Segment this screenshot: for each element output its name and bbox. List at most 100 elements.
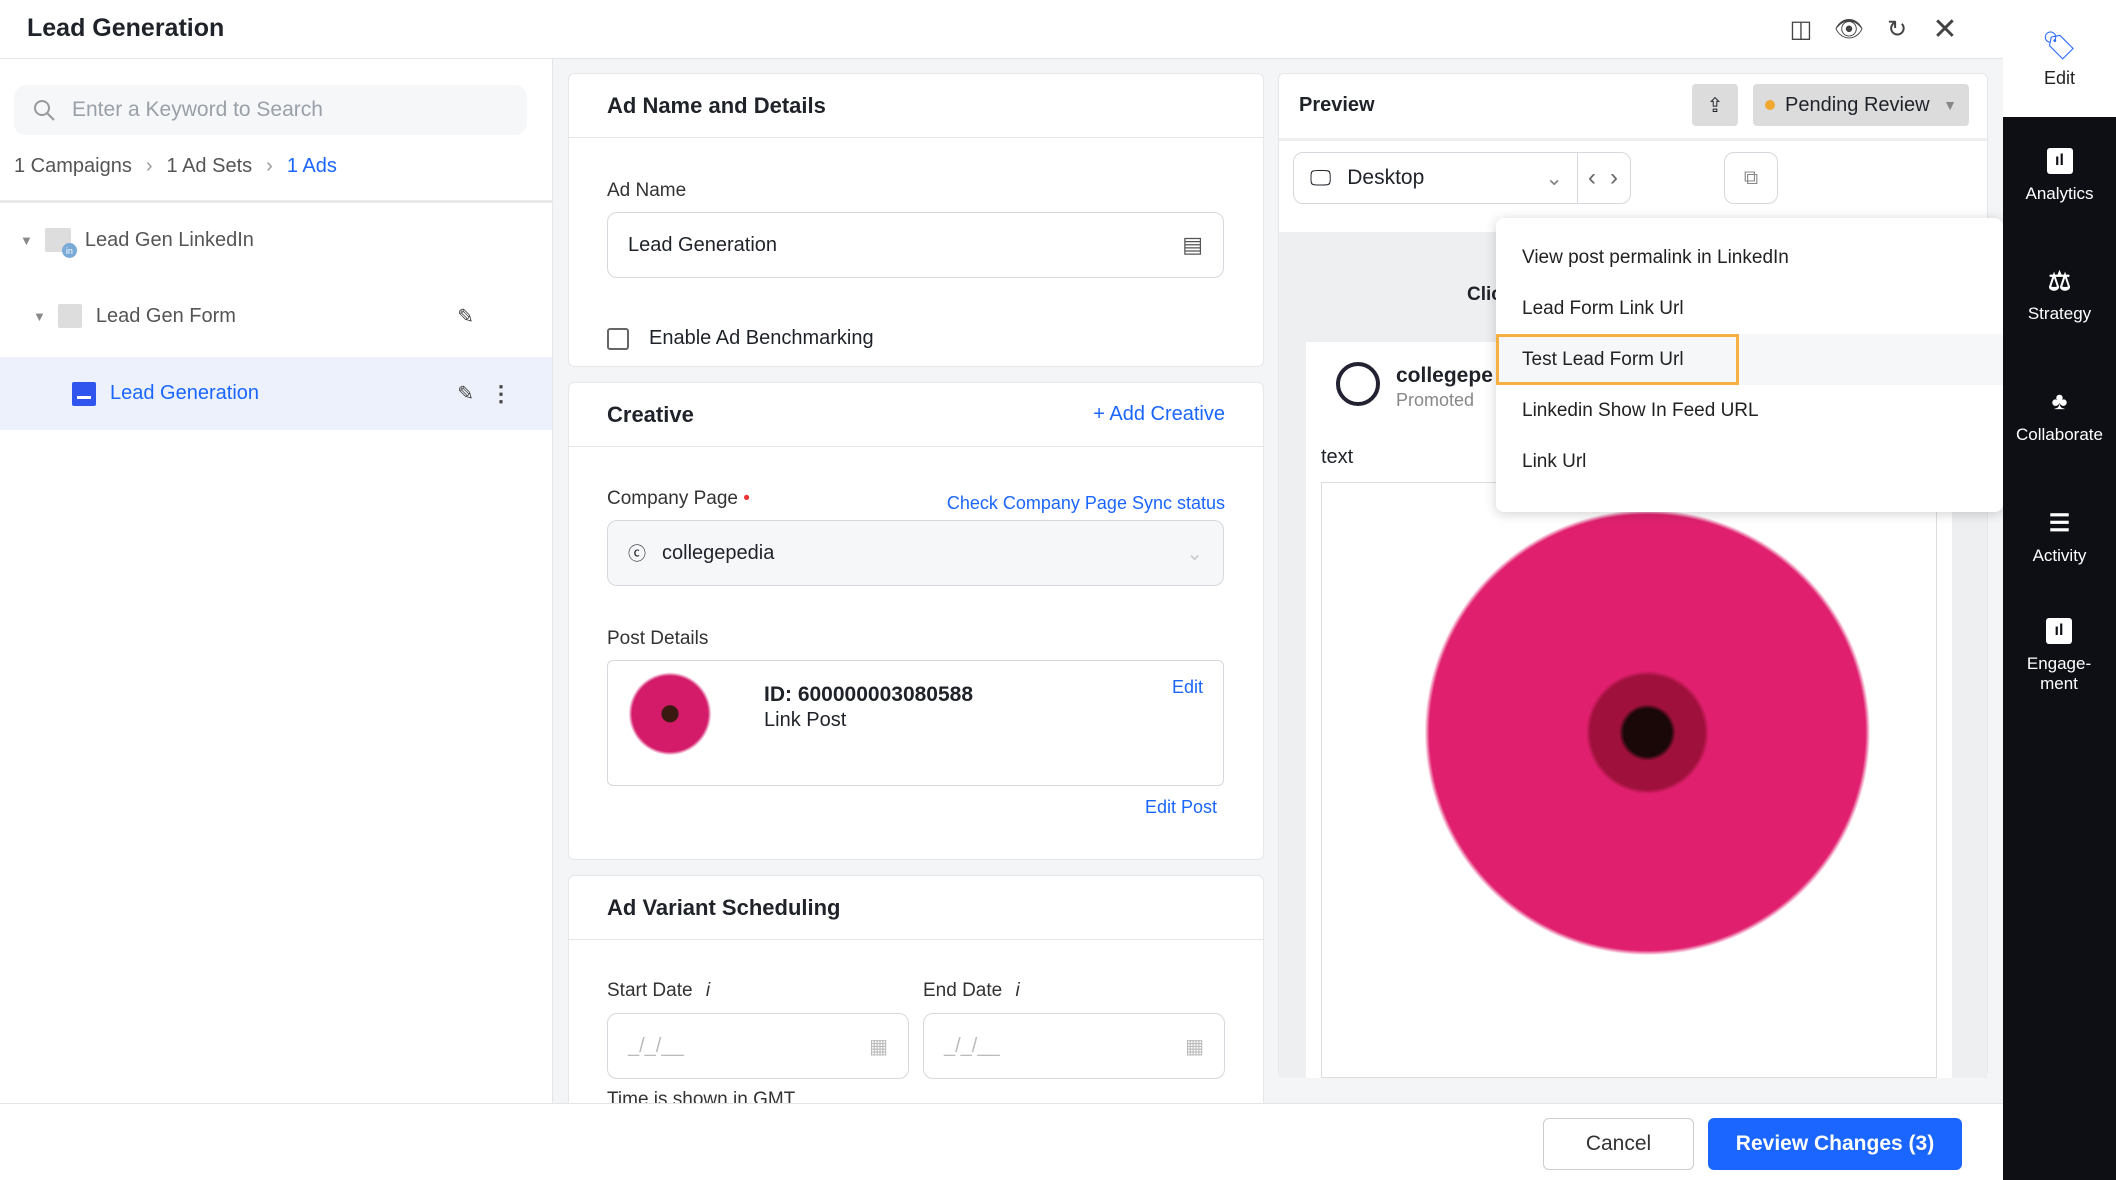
post-details-box: ID: 600000003080588 Link Post Edit [607,660,1224,786]
ad-name-value: Lead Generation [628,233,778,256]
timeline-icon: ☰ [2048,509,2071,537]
rightbar-edit[interactable]: 🏷 Edit [2003,0,2116,117]
card-title: Creative [607,401,694,427]
tree-item-campaign[interactable]: ▼ in Lead Gen LinkedIn [0,204,552,276]
start-date-label: Start Date i [607,980,711,1001]
people-icon: ♣ [2051,388,2068,415]
sync-status-link[interactable]: Check Company Page Sync status [947,493,1225,514]
tree-label: Lead Generation [110,382,260,404]
ad-name-input[interactable]: Lead Generation ▤ [607,212,1224,278]
cancel-button[interactable]: Cancel [1543,1118,1694,1170]
more-options-icon[interactable]: ⋮ [490,381,512,407]
menu-item-link-url[interactable]: Link Url [1496,436,2003,487]
search-icon [34,100,55,121]
card-title: Ad Name and Details [607,92,826,118]
search-placeholder: Enter a Keyword to Search [72,98,323,121]
chevron-right-icon: › [145,155,153,177]
contact-card-icon[interactable]: ▤ [1182,232,1203,258]
chevron-right-icon: › [266,155,273,177]
ad-name-label: Ad Name [607,180,687,201]
divider [0,200,553,203]
panel-icon[interactable]: ◫ [1786,14,1816,44]
bar-chart-icon: ıl [2046,148,2073,174]
add-creative-button[interactable]: + Add Creative [1093,403,1225,426]
company-page-value: collegepedia [662,541,775,564]
engagement-icon: ıl [2046,618,2072,644]
calendar-icon: ▦ [869,1035,888,1058]
device-value: Desktop [1347,166,1425,189]
tree-label: Lead Gen LinkedIn [84,228,254,251]
page-name: collegepe [1396,364,1493,387]
folder-linkedin-icon: in [44,228,77,258]
preview-title: Preview [1299,94,1375,116]
status-dot [1765,100,1775,110]
device-select[interactable]: 🖵 Desktop ⌄ ‹ › [1293,152,1631,204]
tree-item-adset[interactable]: ▼ Lead Gen Form ✎ [0,280,552,352]
chevron-down-icon: ⌄ [1186,542,1203,565]
benchmark-checkbox[interactable] [607,327,629,350]
promoted-label: Promoted [1396,390,1475,410]
start-date-input[interactable]: _/_/__ ▦ [607,1013,909,1079]
menu-item-permalink[interactable]: View post permalink in LinkedIn [1496,232,2003,283]
open-external-button[interactable]: ⧉ [1724,152,1778,204]
share-upload-button[interactable]: ⇪ [1692,84,1738,126]
company-page-select[interactable]: ⓒ collegepedia ⌄ [607,520,1224,586]
company-logo-icon: ⓒ [628,544,646,564]
post-text: text [1321,446,1354,468]
rightbar-activity[interactable]: ☰ Activity [2003,510,2116,566]
creative-card: Creative + Add Creative Company Page • Ch… [568,382,1264,860]
tree-item-ad[interactable]: Lead Generation ✎ ⋮ [0,357,552,430]
breadcrumb: 1 Campaigns › 1 Ad Sets › 1 Ads [14,155,337,178]
edit-post-link[interactable]: Edit Post [1145,797,1217,818]
info-icon: i [705,980,711,1001]
status-dropdown[interactable]: Pending Review ▼ [1753,84,1969,126]
post-id: ID: 600000003080588 [764,683,974,706]
link-options-menu: View post permalink in LinkedIn Lead For… [1496,218,2003,512]
calendar-icon: ▦ [1185,1035,1204,1058]
scheduling-card: Ad Variant Scheduling Start Date i End D… [568,875,1264,1115]
right-sidebar: 🏷 Edit ıl Analytics ⚖ Strategy ♣ Collaborat… [2003,0,2116,1180]
company-logo-icon [1336,362,1380,406]
tree-label: Lead Gen Form [95,304,236,327]
ad-details-card: Ad Name and Details Ad Name Lead Generat… [568,73,1264,367]
post-type: Link Post [764,709,847,731]
menu-item-lead-form-link[interactable]: Lead Form Link Url [1496,283,2003,334]
scale-icon: ⚖ [2047,265,2072,296]
crumb-adsets[interactable]: 1 Ad Sets [167,155,253,178]
left-panel: Enter a Keyword to Search 1 Campaigns › 1… [0,59,553,1103]
search-input[interactable]: Enter a Keyword to Search [14,85,527,135]
close-icon[interactable]: ✕ [1930,13,1960,46]
post-image [1321,482,1937,1078]
edit-link[interactable]: Edit [1172,677,1203,698]
edit-pencil-icon[interactable]: ✎ [457,381,474,406]
crumb-ads[interactable]: 1 Ads [287,155,337,178]
rightbar-collaborate[interactable]: ♣ Collaborate [2003,388,2116,445]
chevron-down-icon: ⌄ [1545,166,1563,190]
caret-down-icon[interactable]: ▼ [20,233,33,248]
status-label: Pending Review [1785,93,1930,116]
edit-pencil-icon[interactable]: ✎ [457,304,474,329]
benchmark-label: Enable Ad Benchmarking [649,327,874,349]
menu-item-test-lead-form[interactable]: Test Lead Form Url [1496,334,2003,385]
end-date-input[interactable]: _/_/__ ▦ [923,1013,1225,1079]
company-page-label: Company Page • [607,488,750,509]
form-icon [57,304,82,328]
refresh-icon[interactable]: ↻ [1882,14,1912,44]
rightbar-engagement[interactable]: ıl Engage-ment [2019,618,2099,694]
next-arrow-icon[interactable]: › [1606,164,1630,192]
tag-icon: 🏷 [2041,29,2078,61]
end-date-label: End Date i [923,980,1020,1001]
crumb-campaigns[interactable]: 1 Campaigns [14,155,132,178]
eye-icon[interactable]: 👁 [1834,14,1864,44]
review-changes-button[interactable]: Review Changes (3) [1708,1118,1962,1170]
rightbar-strategy[interactable]: ⚖ Strategy [2003,265,2116,324]
card-title: Ad Variant Scheduling [607,894,841,920]
footer: Cancel Review Changes (3) [0,1103,2003,1180]
menu-item-show-in-feed[interactable]: Linkedin Show In Feed URL [1496,385,2003,436]
benchmark-checkbox-row[interactable]: Enable Ad Benchmarking [607,327,874,350]
post-details-label: Post Details [607,628,709,649]
prev-arrow-icon[interactable]: ‹ [1578,164,1606,192]
page-title: Lead Generation [27,14,225,42]
rightbar-analytics[interactable]: ıl Analytics [2003,148,2116,204]
caret-down-icon[interactable]: ▼ [33,309,46,324]
